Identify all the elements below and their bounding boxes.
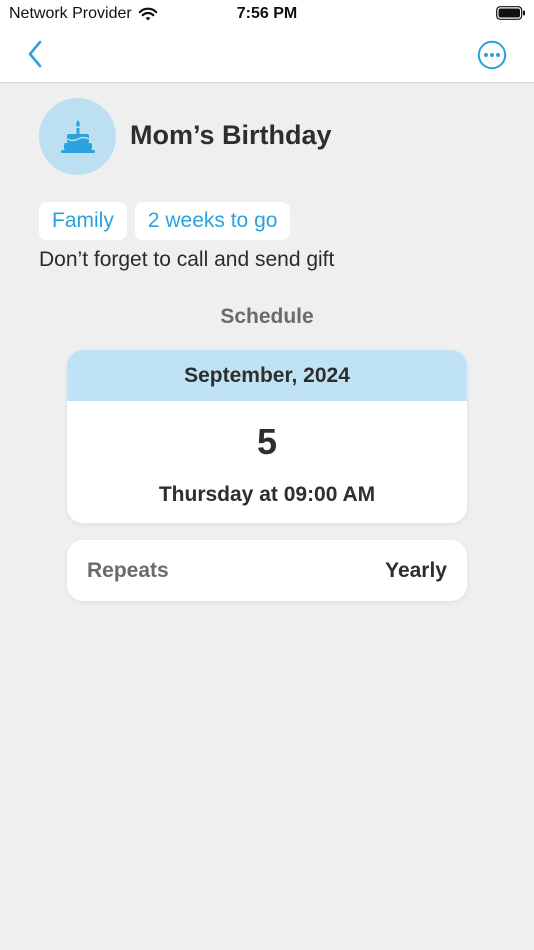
more-options-button[interactable] [477, 40, 507, 70]
repeat-row[interactable]: Repeats Yearly [67, 540, 467, 601]
event-title: Mom’s Birthday [130, 120, 332, 150]
back-button[interactable] [20, 36, 50, 72]
weekday-time: Thursday at 09:00 AM [158, 483, 376, 506]
category-tag[interactable]: Family [39, 202, 127, 240]
schedule-date-card[interactable]: September, 2024 5 Thursday at 09:00 AM [67, 350, 467, 523]
schedule-section-title: Schedule [220, 305, 314, 328]
repeat-label: Repeats [87, 558, 169, 582]
event-note: Don’t forget to call and send gift [39, 248, 335, 271]
month-year-header: September, 2024 [67, 350, 467, 401]
tag-list: Family 2 weeks to go [39, 202, 291, 240]
status-bar: Network Provider 7:56 PM [0, 0, 534, 28]
battery-icon [496, 6, 525, 20]
chevron-left-icon [28, 40, 42, 68]
countdown-tag[interactable]: 2 weeks to go [134, 202, 291, 240]
day-number: 5 [256, 421, 278, 462]
repeat-value: Yearly [385, 558, 447, 582]
birthday-cake-icon [60, 119, 95, 153]
event-avatar [39, 98, 116, 175]
top-bar: Network Provider 7:56 PM [0, 0, 534, 83]
status-time: 7:56 PM [236, 5, 298, 22]
